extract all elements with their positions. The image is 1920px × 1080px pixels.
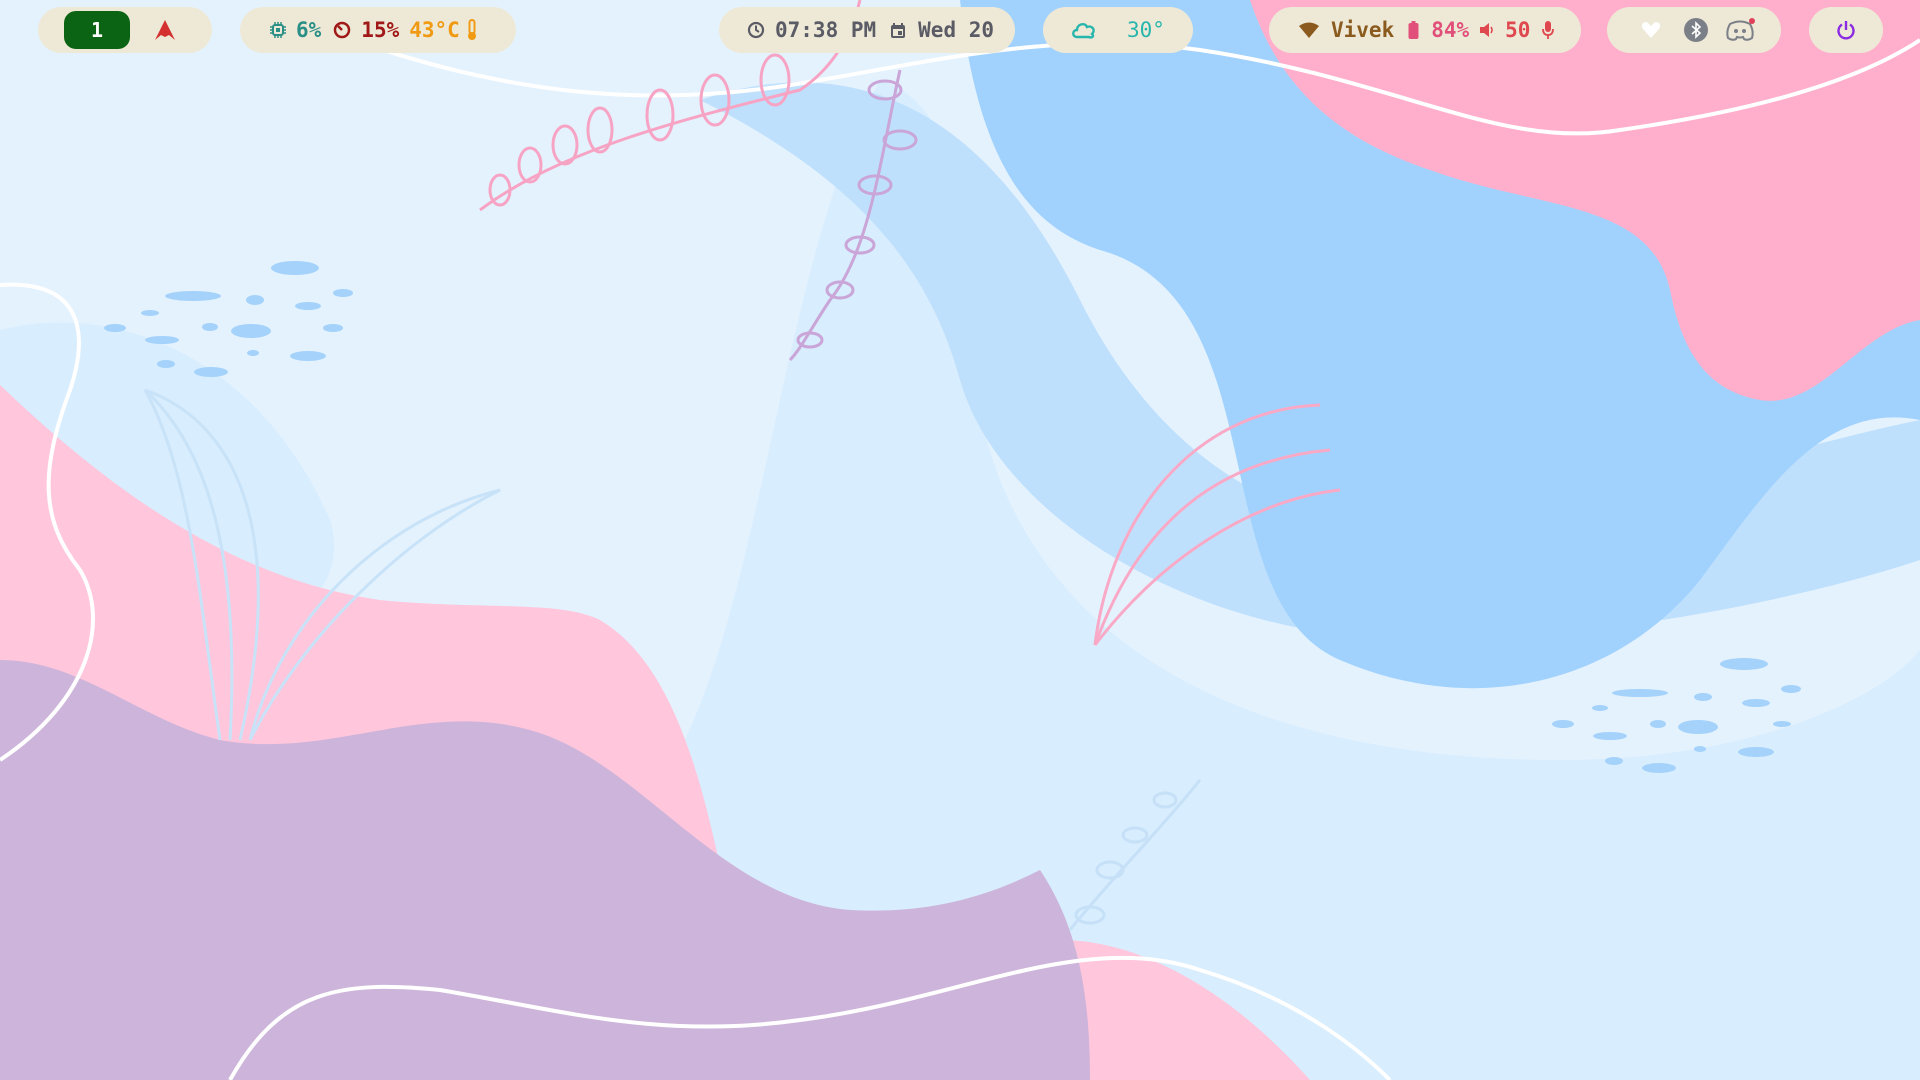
gauge-icon	[333, 21, 351, 39]
memory-usage: 15%	[361, 18, 400, 42]
battery-icon	[1408, 21, 1419, 39]
thermometer-icon	[466, 19, 478, 41]
workspace-label: 1	[90, 18, 104, 42]
power-icon[interactable]	[1836, 20, 1856, 40]
clock-icon	[747, 21, 765, 39]
top-status-bar: 1 6% 15% 43°C 07:38 PM Wed 20 30° Vivek …	[0, 0, 1920, 60]
weather-module[interactable]: 30°	[1043, 7, 1193, 53]
status-module: Vivek 84% 50	[1269, 7, 1581, 53]
system-stats-module[interactable]: 6% 15% 43°C	[240, 7, 516, 53]
speaker-icon[interactable]	[1479, 22, 1495, 38]
discord-icon[interactable]	[1725, 18, 1755, 42]
arch-logo-icon[interactable]	[154, 19, 176, 41]
clock-date: Wed 20	[918, 18, 995, 42]
clock-time: 07:38 PM	[775, 18, 877, 42]
cpu-temperature: 43°C	[409, 18, 460, 42]
clock-module[interactable]: 07:38 PM Wed 20	[719, 7, 1015, 53]
weather-temperature: 30°	[1127, 18, 1165, 42]
system-tray	[1607, 7, 1781, 53]
wifi-icon[interactable]	[1299, 22, 1319, 38]
volume-level[interactable]: 50	[1505, 18, 1530, 42]
wifi-network-name[interactable]: Vivek	[1331, 18, 1394, 42]
cpu-usage: 6%	[296, 18, 322, 42]
heart-icon[interactable]	[1641, 21, 1661, 39]
microphone-icon[interactable]	[1542, 21, 1555, 39]
workspace-1-button[interactable]: 1	[64, 11, 130, 49]
battery-level: 84%	[1431, 18, 1470, 42]
desktop-wallpaper	[0, 0, 1920, 1080]
bluetooth-icon[interactable]	[1683, 17, 1709, 43]
power-module	[1809, 7, 1883, 53]
cpu-chip-icon	[270, 22, 286, 38]
cloud-icon	[1071, 21, 1097, 39]
calendar-icon	[890, 22, 906, 39]
workspaces-module: 1	[38, 7, 212, 53]
